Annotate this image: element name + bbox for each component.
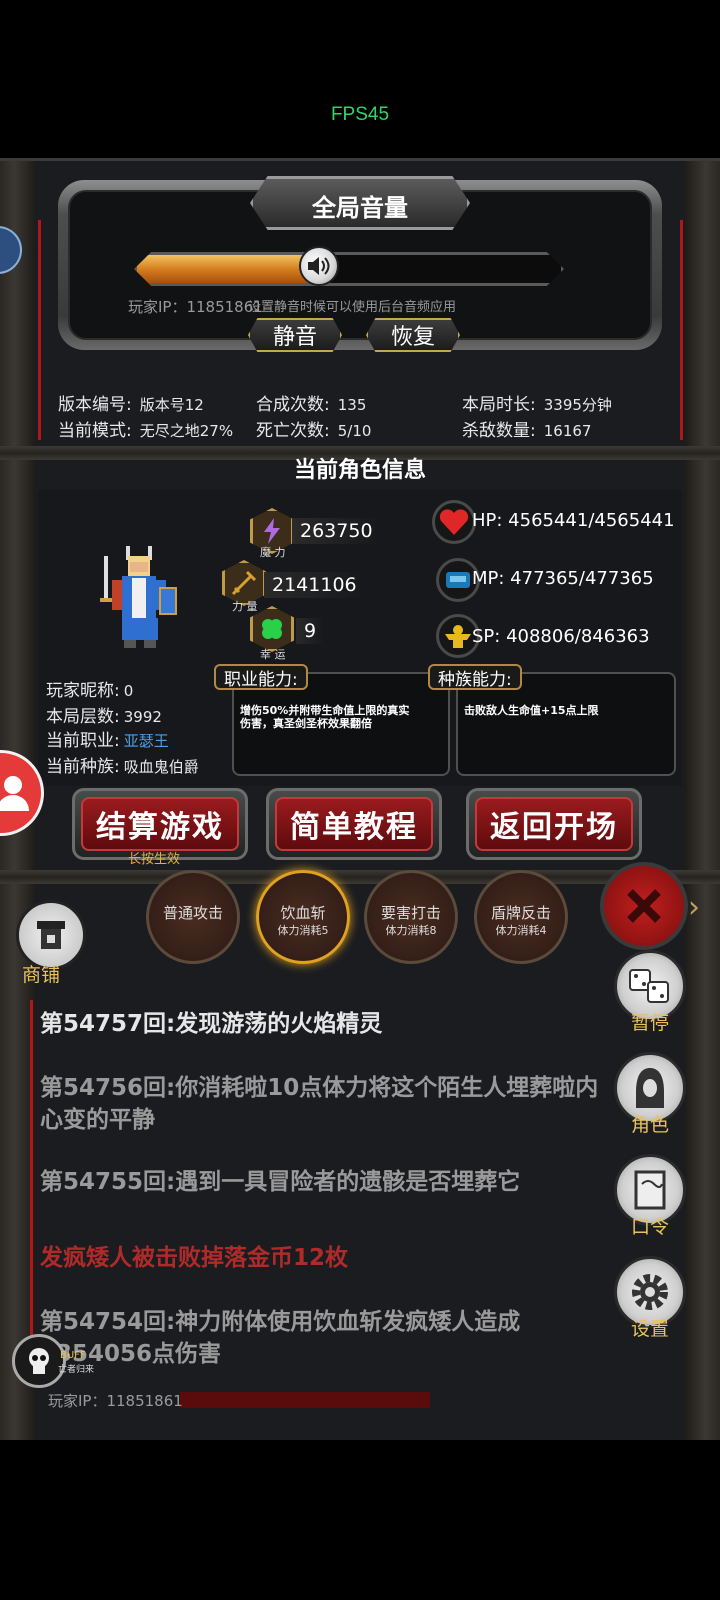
stat-kills-label: 杀敌数量: xyxy=(462,421,536,441)
volume-slider-fill xyxy=(137,255,322,283)
player-race: 当前种族: 吸血鬼伯爵 xyxy=(46,752,199,777)
stat-kills-value: 16167 xyxy=(543,422,592,440)
sp-value: SP: 408806/846363 xyxy=(472,626,650,647)
user-icon xyxy=(0,776,29,811)
stat-death: 死亡次数: 5/10 xyxy=(256,416,371,441)
strength-caption: 力 量 xyxy=(232,600,258,613)
hero-sprite xyxy=(100,546,177,648)
settle-game-label: 结算游戏 xyxy=(81,797,239,851)
player-ip-bottom: 玩家IP：11851861 xyxy=(48,1392,183,1410)
luck-caption: 幸 运 xyxy=(260,648,286,661)
stat-time-label: 本局时长: xyxy=(462,395,536,415)
magic-caption: 魔 力 xyxy=(260,546,286,559)
player-job-label: 当前职业: xyxy=(46,731,120,751)
player-floors-label: 本局层数: xyxy=(46,707,120,727)
player-race-label: 当前种族: xyxy=(46,757,120,777)
skull-icon xyxy=(29,1348,49,1374)
skill-shield-counter-cost: 体力消耗4 xyxy=(495,924,547,937)
race-ability-tag: 种族能力: xyxy=(428,664,522,690)
mp-value: MP: 477365/477365 xyxy=(472,568,654,589)
job-ability-text-1: 增伤50%并附带生命值上限的真实 xyxy=(240,704,410,717)
code-label: 口令 xyxy=(630,1216,669,1238)
stat-time-value: 3395分钟 xyxy=(543,396,612,414)
stat-time: 本局时长: 3395分钟 xyxy=(462,390,612,415)
log-entry: 第54757回:发现游荡的火焰精灵 xyxy=(40,1011,383,1037)
bottom-progress-bar xyxy=(180,1392,430,1408)
chevron-right-icon[interactable]: › xyxy=(688,890,700,925)
player-ip-top: 玩家IP：11851861 xyxy=(128,298,263,316)
volume-slider[interactable] xyxy=(134,252,564,286)
stat-death-label: 死亡次数: xyxy=(256,421,330,441)
player-nick-value: 0 xyxy=(123,682,134,700)
job-ability-text-2: 伤害，真圣剑圣杯效果翻倍 xyxy=(240,717,372,730)
hooded-figure-icon xyxy=(636,1068,664,1108)
stat-mode-value: 无尽之地27% xyxy=(139,422,234,440)
fps-counter: FPS45 xyxy=(330,104,390,125)
tutorial-label: 简单教程 xyxy=(275,797,433,851)
skill-shield-counter-name: 盾牌反击 xyxy=(490,904,551,922)
skill-vital-strike-name: 要害打击 xyxy=(380,904,441,922)
stat-kills: 杀敌数量: 16167 xyxy=(462,416,591,441)
log-entry: 发疯矮人被击败掉落金币12枚 xyxy=(40,1245,349,1271)
restore-button[interactable]: 恢复 xyxy=(366,318,460,352)
pause-label: 暂停 xyxy=(630,1012,669,1034)
tutorial-button[interactable]: 简单教程 xyxy=(266,788,442,860)
skill-blood-slash-cost: 体力消耗5 xyxy=(277,924,329,937)
stat-version: 版本编号: 版本号12 xyxy=(58,390,204,415)
stat-synth: 合成次数: 135 xyxy=(256,390,366,415)
stat-mode-label: 当前模式: xyxy=(58,421,132,441)
volume-title: 全局音量 xyxy=(312,194,408,222)
race-ability-text: 击败敌人生命值+15点上限 xyxy=(464,704,599,717)
player-nick-label: 玩家昵称: xyxy=(46,681,120,701)
dice-icon xyxy=(629,969,669,1003)
luck-value: 9 xyxy=(296,618,325,644)
buff-sub: 亡者归来 xyxy=(58,1365,95,1375)
speaker-icon xyxy=(307,257,330,275)
buff-button[interactable] xyxy=(12,1334,66,1388)
gear-icon xyxy=(632,1274,668,1310)
volume-slider-knob[interactable] xyxy=(298,246,339,286)
skill-vital-strike-cost: 体力消耗8 xyxy=(385,924,437,937)
stat-mode: 当前模式: 无尽之地27% xyxy=(58,416,233,441)
volume-hint: 设置静音时候可以使用后台音频应用 xyxy=(248,300,457,315)
stat-synth-label: 合成次数: xyxy=(256,395,330,415)
book-icon xyxy=(634,1170,666,1210)
player-race-value: 吸血鬼伯爵 xyxy=(123,758,199,776)
close-button[interactable] xyxy=(600,862,688,950)
stat-version-value: 版本号12 xyxy=(139,396,204,414)
stat-version-label: 版本编号: xyxy=(58,395,132,415)
settings-label: 设置 xyxy=(630,1318,669,1340)
settle-hint: 长按生效 xyxy=(128,852,181,867)
mute-button[interactable]: 静音 xyxy=(248,318,342,352)
hp-value: HP: 4565441/4565441 xyxy=(472,510,675,531)
frame-red-trim-left xyxy=(38,220,41,440)
frame-red-trim-right xyxy=(680,220,683,440)
magic-value: 263750 xyxy=(292,518,381,544)
close-icon xyxy=(627,889,661,923)
player-floors-value: 3992 xyxy=(123,708,162,726)
skill-blood-slash-name: 饮血斩 xyxy=(280,904,326,922)
buff-label: BUFF xyxy=(60,1350,86,1361)
player-job-value: 亚瑟王 xyxy=(123,732,169,750)
log-entry: 第54755回:遇到一具冒险者的遗骸是否埋葬它 xyxy=(40,1169,521,1195)
stat-death-value: 5/10 xyxy=(337,422,372,440)
return-start-button[interactable]: 返回开场 xyxy=(466,788,642,860)
strength-value: 2141106 xyxy=(264,572,365,598)
skill-normal-attack-name: 普通攻击 xyxy=(162,904,223,922)
log-entry: 第54756回:你消耗啦10点体力将这个陌生人埋葬啦内心变的平静 xyxy=(40,1075,599,1133)
player-job: 当前职业: 亚瑟王 xyxy=(46,726,169,751)
job-ability-tag: 职业能力: xyxy=(214,664,308,690)
shop-icon xyxy=(37,921,65,949)
char-section-title: 当前角色信息 xyxy=(293,458,426,483)
heart-icon xyxy=(432,500,476,544)
log-entry: 第54754回:神力附体使用饮血斩发疯矮人造成1354056点伤害 xyxy=(40,1309,521,1367)
stat-synth-value: 135 xyxy=(337,396,367,414)
return-start-label: 返回开场 xyxy=(475,797,633,851)
role-label: 角色 xyxy=(630,1114,669,1136)
player-nick: 玩家昵称: 0 xyxy=(46,676,133,701)
player-floors: 本局层数: 3992 xyxy=(46,702,162,727)
